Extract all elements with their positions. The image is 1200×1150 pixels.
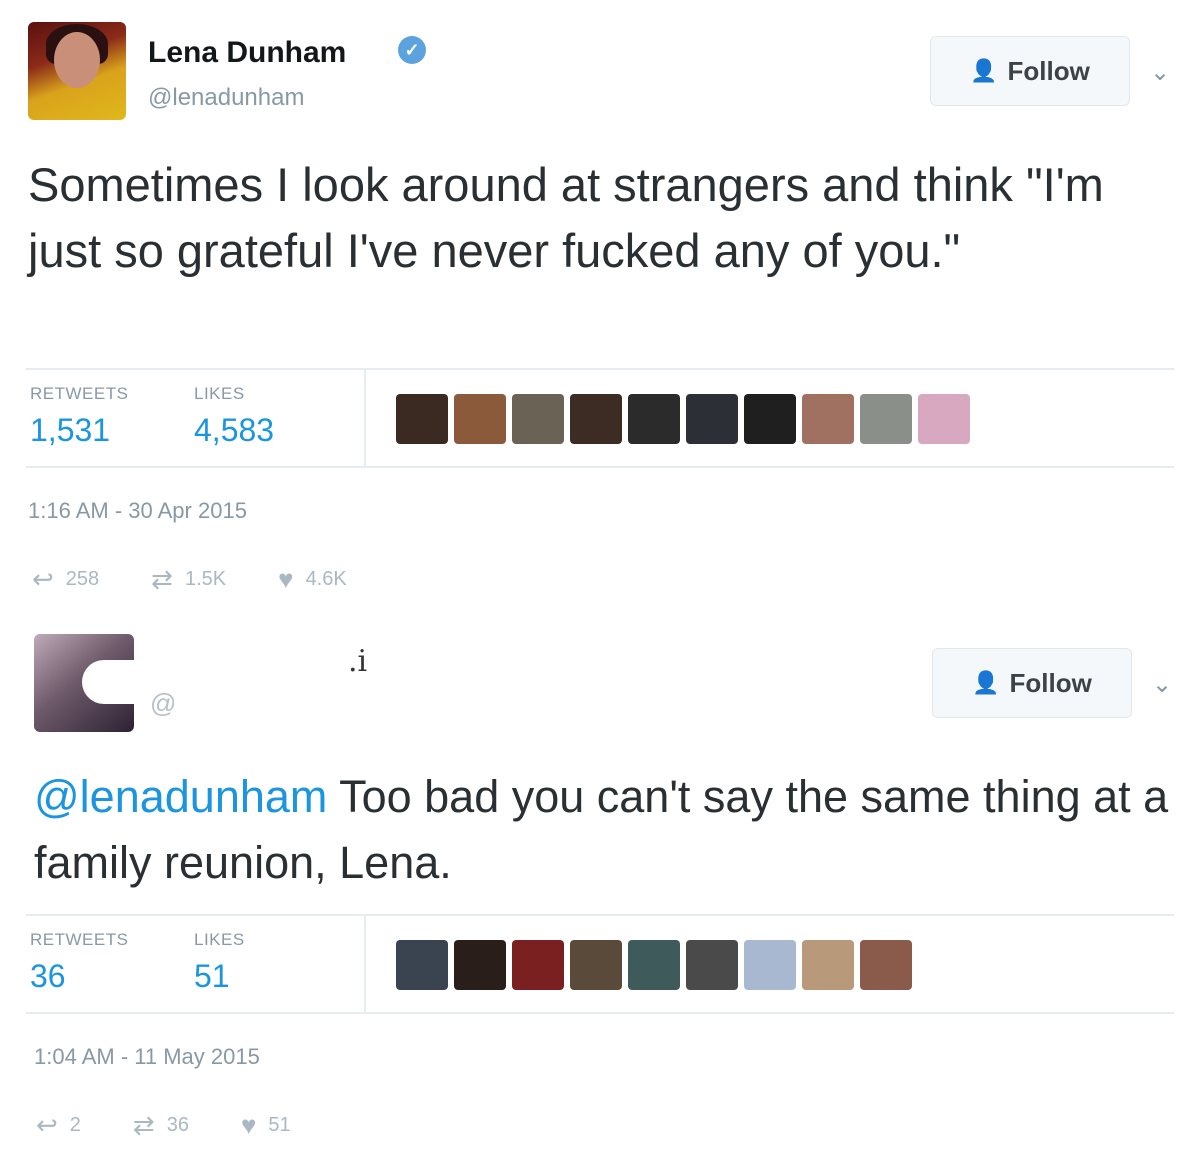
reply-count: 2 — [69, 1114, 81, 1136]
stats-divider — [364, 370, 366, 466]
follow-button[interactable]: 👤 Follow — [932, 648, 1132, 718]
heart-icon: ♥ — [240, 1110, 257, 1140]
verified-badge-icon: ✓ — [398, 36, 426, 64]
retweets-label: RETWEETS — [30, 930, 129, 949]
heart-icon: ♥ — [278, 564, 294, 594]
timestamp[interactable]: 1:16 AM - 30 Apr 2015 — [28, 498, 247, 524]
tweet: Lena Dunham ✓ @lenadunham 👤 Follow ⌄ Som… — [0, 0, 1200, 620]
retweets-count: 36 — [30, 958, 66, 994]
retweet-count: 1.5K — [184, 568, 227, 590]
person-plus-icon: 👤 — [972, 670, 1000, 695]
avatar-redaction — [82, 660, 134, 704]
liker-avatar[interactable] — [744, 394, 796, 444]
tweet-stats: RETWEETS 1,531 LIKES 4,583 — [26, 368, 1174, 468]
tweet-text: Sometimes I look around at strangers and… — [28, 158, 1104, 277]
tweet-actions: ↩ 2 ⇄ 36 ♥ 51 — [36, 1110, 343, 1141]
user-handle[interactable]: @ — [150, 688, 176, 719]
liker-avatar[interactable] — [918, 394, 970, 444]
chevron-down-icon[interactable]: ⌄ — [1152, 670, 1172, 699]
liker-avatar[interactable] — [570, 940, 622, 990]
follow-button[interactable]: 👤 Follow — [930, 36, 1130, 106]
reply-count: 258 — [65, 568, 100, 590]
reply-button[interactable]: ↩ 2 — [36, 1110, 81, 1141]
liker-avatar[interactable] — [744, 940, 796, 990]
reply-icon: ↩ — [32, 564, 54, 594]
avatar[interactable] — [28, 22, 126, 120]
likes-stat[interactable]: LIKES 4,583 — [194, 384, 274, 449]
liker-avatar[interactable] — [454, 394, 506, 444]
liker-avatar[interactable] — [802, 940, 854, 990]
liker-avatars — [396, 394, 970, 444]
like-count: 4.6K — [305, 568, 347, 590]
follow-label: Follow — [1009, 667, 1092, 698]
like-button[interactable]: ♥ 51 — [241, 1110, 291, 1141]
liker-avatar[interactable] — [396, 940, 448, 990]
timestamp[interactable]: 1:04 AM - 11 May 2015 — [34, 1044, 260, 1070]
display-name[interactable]: .i — [348, 644, 367, 679]
avatar-face — [54, 32, 100, 88]
reply-button[interactable]: ↩ 258 — [32, 564, 99, 595]
liker-avatar[interactable] — [628, 394, 680, 444]
liker-avatar[interactable] — [628, 940, 680, 990]
liker-avatar[interactable] — [396, 394, 448, 444]
retweet-count: 36 — [166, 1114, 189, 1136]
retweet-icon: ⇄ — [151, 564, 173, 594]
reply-icon: ↩ — [36, 1110, 58, 1140]
like-count: 51 — [268, 1114, 291, 1136]
likes-count: 51 — [194, 958, 230, 994]
likes-stat[interactable]: LIKES 51 — [194, 930, 245, 995]
chevron-down-icon[interactable]: ⌄ — [1150, 58, 1170, 87]
retweet-button[interactable]: ⇄ 1.5K — [151, 564, 226, 595]
display-name[interactable]: Lena Dunham — [148, 36, 346, 70]
follow-label: Follow — [1007, 55, 1090, 86]
retweets-count: 1,531 — [30, 412, 111, 448]
liker-avatars — [396, 940, 912, 990]
liker-avatar[interactable] — [860, 394, 912, 444]
like-button[interactable]: ♥ 4.6K — [278, 564, 347, 595]
avatar[interactable] — [34, 634, 134, 732]
retweets-stat[interactable]: RETWEETS 36 — [30, 930, 128, 995]
liker-avatar[interactable] — [570, 394, 622, 444]
tweet-text: @lenadunham Too bad you can't say the sa… — [34, 764, 1184, 896]
tweet-stats: RETWEETS 36 LIKES 51 — [26, 914, 1174, 1014]
liker-avatar[interactable] — [512, 394, 564, 444]
liker-avatar[interactable] — [860, 940, 912, 990]
liker-avatar[interactable] — [686, 394, 738, 444]
tweet-actions: ↩ 258 ⇄ 1.5K ♥ 4.6K — [32, 564, 399, 595]
mention-link[interactable]: @lenadunham — [34, 771, 327, 822]
liker-avatar[interactable] — [686, 940, 738, 990]
likes-label: LIKES — [194, 930, 245, 949]
stats-divider — [364, 916, 366, 1012]
likes-count: 4,583 — [194, 412, 275, 448]
liker-avatar[interactable] — [802, 394, 854, 444]
retweet-button[interactable]: ⇄ 36 — [133, 1110, 189, 1141]
person-plus-icon: 👤 — [970, 58, 998, 83]
retweets-stat[interactable]: RETWEETS 1,531 — [30, 384, 128, 449]
tweet: .i @ 👤 Follow ⌄ @lenadunham Too bad you … — [0, 620, 1200, 1150]
retweets-label: RETWEETS — [30, 384, 129, 403]
user-handle[interactable]: @lenadunham — [148, 84, 304, 112]
liker-avatar[interactable] — [454, 940, 506, 990]
likes-label: LIKES — [194, 384, 245, 403]
liker-avatar[interactable] — [512, 940, 564, 990]
retweet-icon: ⇄ — [132, 1110, 155, 1140]
